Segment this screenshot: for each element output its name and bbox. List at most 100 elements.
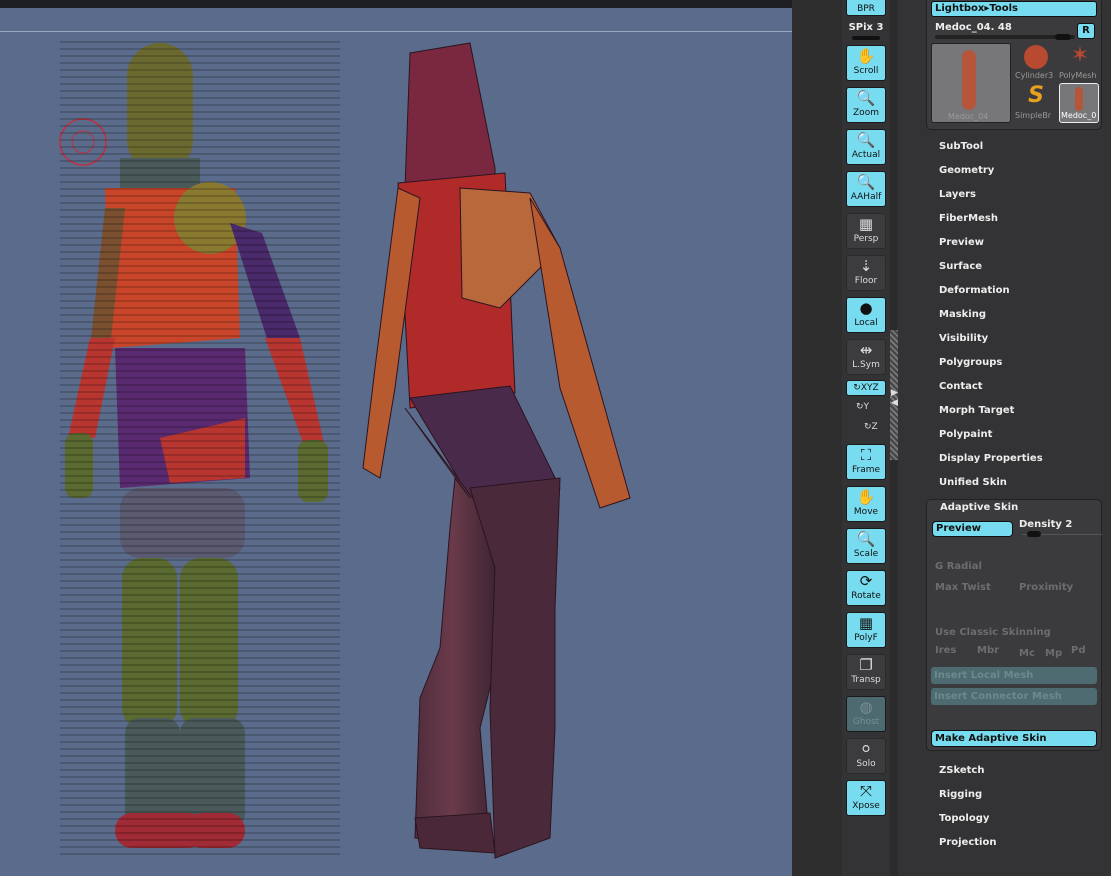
zsphere-skeleton-model[interactable] [60, 38, 340, 858]
frame-icon: ⛶ [860, 446, 872, 464]
frame-label: Frame [851, 465, 881, 475]
thumb-simplebrush[interactable]: S SimpleBr [1015, 83, 1057, 123]
mbr-slider[interactable]: Mbr [977, 645, 999, 656]
tool-palette: Lightbox▸Tools Medoc_04. 48 R Medoc_04 C… [898, 0, 1111, 876]
subpalette-geometry[interactable]: Geometry [939, 165, 994, 176]
thumb-label: SimpleBr [1015, 111, 1052, 120]
magnifier-aahalf-icon: 🔍 [856, 173, 876, 191]
frame-button[interactable]: ⛶ Frame [846, 444, 886, 480]
persp-button[interactable]: ▦ Persp [846, 213, 886, 249]
transp-button[interactable]: ❐ Transp [846, 654, 886, 690]
subpalette-preview[interactable]: Preview [939, 237, 984, 248]
subpalette-surface[interactable]: Surface [939, 261, 982, 272]
thumb-cylinder3[interactable]: Cylinder3 [1015, 43, 1057, 81]
insert-connector-mesh-button[interactable]: Insert Connector Mesh [931, 688, 1097, 705]
insert-local-mesh-button[interactable]: Insert Local Mesh [931, 667, 1097, 684]
transp-label: Transp [851, 675, 881, 685]
rotate-z-button[interactable]: ↻Z [864, 422, 878, 432]
floor-button[interactable]: ⇣ Floor [846, 255, 886, 291]
ghost-label: Ghost [852, 717, 880, 727]
rotate-z-icon: ↻ [864, 422, 872, 432]
polyframe-grid-icon: ▦ [858, 614, 874, 632]
use-classic-skinning-toggle[interactable]: Use Classic Skinning [935, 627, 1051, 638]
symmetry-icon: ⇹ [859, 341, 873, 359]
adaptive-skin-preview-model[interactable] [362, 42, 631, 859]
tool-header-box: Lightbox▸Tools Medoc_04. 48 R Medoc_04 C… [926, 0, 1102, 130]
subpalette-layers[interactable]: Layers [939, 189, 976, 200]
tool-slider-thumb[interactable] [1055, 34, 1071, 40]
thumb-label: Medoc_0 [1061, 111, 1097, 120]
polyf-button[interactable]: ▦ PolyF [846, 612, 886, 648]
aahalf-button[interactable]: 🔍 AAHalf [846, 171, 886, 207]
make-adaptive-skin-button[interactable]: Make Adaptive Skin [931, 730, 1097, 747]
adaptive-skin-title[interactable]: Adaptive Skin [940, 502, 1018, 513]
cylinder-icon [1024, 45, 1048, 69]
ghost-button[interactable]: ◍ Ghost [846, 696, 886, 732]
proximity-label[interactable]: Proximity [1019, 582, 1073, 593]
subpalette-zsketch[interactable]: ZSketch [939, 765, 984, 776]
rotate-xyz-button[interactable]: ↻XYZ [846, 380, 886, 396]
thumb-label: Medoc_04 [948, 112, 989, 121]
canvas-viewport[interactable] [0, 8, 792, 876]
figure-thumbnail-icon [1075, 87, 1083, 111]
subpalette-topology[interactable]: Topology [939, 813, 989, 824]
rotate-y-button[interactable]: ↻Y [856, 402, 869, 412]
r-button[interactable]: R [1077, 23, 1095, 39]
g-radial-label[interactable]: G Radial [935, 561, 982, 572]
subpalette-rigging[interactable]: Rigging [939, 789, 982, 800]
actual-button[interactable]: 🔍 Actual [846, 129, 886, 165]
scroll-button[interactable]: ✋ Scroll [846, 45, 886, 81]
subpalette-subtool[interactable]: SubTool [939, 141, 983, 152]
subpalette-display-properties[interactable]: Display Properties [939, 453, 1043, 464]
subpalette-deformation[interactable]: Deformation [939, 285, 1010, 296]
tool-slider[interactable] [935, 34, 1075, 40]
xyz-label: XYZ [860, 383, 879, 393]
subpalette-masking[interactable]: Masking [939, 309, 986, 320]
subpalette-unified-skin[interactable]: Unified Skin [939, 477, 1007, 488]
rotate-button[interactable]: ⟳ Rotate [846, 570, 886, 606]
ires-slider[interactable]: Ires [935, 645, 956, 656]
transparency-icon: ❐ [859, 656, 873, 674]
preview-button[interactable]: Preview [932, 521, 1013, 537]
spix-slider[interactable]: SPix 3 [842, 22, 890, 40]
thumb-medoc-04-large[interactable]: Medoc_04 [931, 43, 1011, 123]
subpalette-contact[interactable]: Contact [939, 381, 983, 392]
simplebrush-s-icon: S [1028, 83, 1044, 108]
scale-button[interactable]: 🔍 Scale [846, 528, 886, 564]
local-button[interactable]: ● Local [846, 297, 886, 333]
subpalette-polypaint[interactable]: Polypaint [939, 429, 992, 440]
subpalette-projection[interactable]: Projection [939, 837, 996, 848]
magnifier-scale-icon: 🔍 [856, 530, 876, 548]
floor-label: Floor [854, 276, 878, 286]
bpr-button[interactable]: BPR [846, 0, 886, 16]
z-label: Z [871, 422, 878, 432]
lsym-label: L.Sym [852, 360, 880, 370]
subpalette-fibermesh[interactable]: FiberMesh [939, 213, 998, 224]
max-twist-label[interactable]: Max Twist [935, 582, 991, 593]
density-label: Density 2 [1019, 519, 1073, 530]
subpalette-morph-target[interactable]: Morph Target [939, 405, 1014, 416]
density-slider[interactable] [1022, 531, 1102, 537]
spix-slider-track[interactable] [852, 36, 880, 40]
mc-button[interactable]: Mc [1019, 648, 1035, 659]
xpose-button[interactable]: ⤧ Xpose [846, 780, 886, 816]
subpalette-visibility[interactable]: Visibility [939, 333, 988, 344]
lightbox-tools-button[interactable]: Lightbox▸Tools [931, 1, 1097, 17]
xpose-label: Xpose [852, 801, 880, 811]
thumb-medoc-0[interactable]: Medoc_0 [1059, 83, 1099, 123]
local-icon: ● [859, 299, 873, 317]
pd-slider[interactable]: Pd [1071, 645, 1086, 656]
adaptive-skin-panel: Adaptive Skin Preview Density 2 G Radial… [926, 499, 1102, 751]
density-slider-thumb[interactable] [1027, 531, 1041, 537]
mp-button[interactable]: Mp [1045, 648, 1062, 659]
thumb-polymesh[interactable]: ✶ PolyMesh [1059, 43, 1101, 81]
right-shelf-toolbar: BPR SPix 3 ✋ Scroll 🔍 Zoom 🔍 Actual 🔍 AAHalf… [842, 0, 890, 876]
collapse-arrows-icon[interactable]: ▶ ◀ [891, 388, 898, 408]
solo-button[interactable]: ⚪ Solo [846, 738, 886, 774]
subpalette-polygroups[interactable]: Polygroups [939, 357, 1002, 368]
move-button[interactable]: ✋ Move [846, 486, 886, 522]
thumb-label: PolyMesh [1059, 71, 1097, 80]
lsym-button[interactable]: ⇹ L.Sym [846, 339, 886, 375]
current-tool-name: Medoc_04. 48 [935, 22, 1012, 33]
zoom-button[interactable]: 🔍 Zoom [846, 87, 886, 123]
